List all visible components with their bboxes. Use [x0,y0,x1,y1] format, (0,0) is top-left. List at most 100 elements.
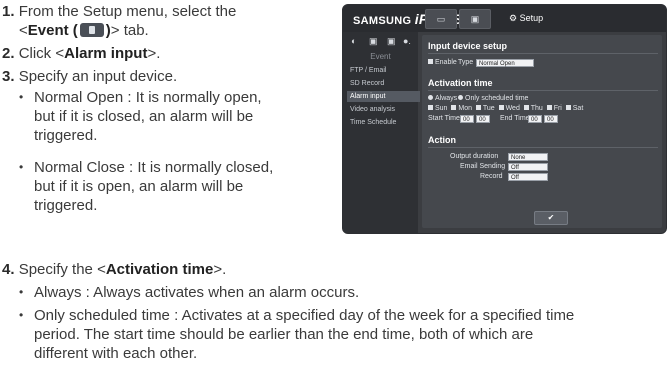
day-checkbox[interactable] [428,105,433,110]
setup-screenshot: SAMSUNG iPOLiS ▭ ▣ ⚙ Setup ◐ ▣ ▣ ●. Even… [342,4,667,234]
video-icon[interactable]: ▣ [369,36,378,47]
end-minute-select[interactable]: 00 [544,115,558,123]
bullet-dot: • [19,308,24,322]
tab-suffix: > tab. [110,22,149,39]
screenshot-sidebar: ◐ ▣ ▣ ●. Event FTP / Email SD Record Ala… [343,32,420,233]
step-number: 2. [2,45,15,62]
day-checkbox[interactable] [523,105,529,110]
output-duration-select[interactable]: None [508,153,548,161]
bullet-line: Normal Close : It is normally closed, [34,159,274,176]
gear-icon: ⚙ [509,13,518,23]
start-hour-select[interactable]: 00 [460,115,474,123]
bullet-line: but if it is open, an alarm will be [34,178,244,195]
basic-icon[interactable]: ◐ [351,36,356,46]
divider [428,53,658,54]
start-time-label: Start Time [428,115,460,122]
bullet-line: period. The start time should be earlier… [34,326,534,343]
section-input-device: Input device setup [428,41,508,51]
section-activation-time: Activation time [428,78,493,88]
bullet-line: Always : Always activates when an alarm … [34,284,360,301]
day-checkbox[interactable] [565,105,571,110]
record-select[interactable]: Off [508,173,548,181]
bullet-dot: • [19,285,24,299]
event-tab-label: Event ( [27,22,78,39]
alarm-input-label: Alarm input [64,45,148,62]
setup-text: Setup [519,13,544,23]
end-time-label: End Time [500,115,530,122]
monitor-tab[interactable]: ▭ [425,9,457,29]
manual-page: 1. From the Setup menu, select the <Even… [0,0,669,376]
bracket-open: < [19,22,28,39]
day-checkbox[interactable] [546,105,552,110]
day-label: Thu [530,105,543,112]
system-icon[interactable]: ●. [403,36,411,46]
radio-icon [428,95,433,100]
output-duration-label: Output duration [450,153,499,160]
enable-label: Enable [435,59,457,66]
divider [428,147,658,148]
day-label: Sun [435,105,448,112]
day-checkbox[interactable] [451,105,457,110]
setup-gear-tab[interactable] [493,9,501,27]
bullet-dot: • [19,160,24,174]
email-sending-select[interactable]: Off [508,163,548,171]
sidebar-item-video-analysis[interactable]: Video analysis [347,104,420,115]
sidebar-item-sd-record[interactable]: SD Record [347,78,420,89]
step-text: From the Setup menu, select the [18,3,237,20]
day-label: Sat [572,105,584,112]
playback-icon: ▣ [470,14,480,24]
day-label: Tue [482,105,495,112]
step-text-suffix: >. [147,45,161,62]
step-text: Specify the < [18,261,106,278]
bullet-dot: • [19,90,24,104]
day-label: Mon [458,105,472,112]
step-2: 2. Click <Alarm input>. [2,44,160,63]
type-select[interactable]: Normal Open [476,59,534,67]
step-number: 1. [2,3,15,20]
enable-checkbox[interactable]: Enable [428,59,457,66]
email-sending-label: Email Sending [460,163,506,170]
monitor-icon: ▭ [436,14,446,24]
step-text: Click < [18,45,65,62]
radio-icon [458,95,463,100]
day-checkbox[interactable] [498,105,504,110]
day-checkbox[interactable] [475,105,481,110]
step-4: 4. Specify the <Activation time>. [2,260,226,279]
type-label: Type [458,59,474,66]
step-1-line2: <Event ()> tab. [19,21,149,40]
end-hour-select[interactable]: 00 [528,115,542,123]
start-minute-select[interactable]: 00 [476,115,490,123]
apply-button[interactable]: ✔ [534,211,568,225]
day-label: Wed [505,105,520,112]
step-1: 1. From the Setup menu, select the [2,2,236,21]
only-scheduled-radio[interactable]: Only scheduled time [458,95,528,102]
step-3: 3. Specify an input device. [2,67,177,86]
bullet-only-scheduled: • Only scheduled time : Activates at a s… [19,306,667,363]
step-number: 4. [2,261,15,278]
sidebar-title: Event [370,52,391,61]
day-checkboxes: Sun Mon Tue Wed Thu Fri Sat [428,105,583,112]
setup-label: ⚙ Setup [509,13,543,24]
step-text-suffix: >. [213,261,227,278]
sidebar-item-alarm-input[interactable]: Alarm input [347,91,420,102]
always-radio[interactable]: Always [428,95,457,102]
section-action: Action [428,135,456,145]
bullet-line: Only scheduled time : Activates at a spe… [34,307,575,324]
sidebar-item-ftp-email[interactable]: FTP / Email [347,65,420,76]
playback-tab[interactable]: ▣ [459,9,491,29]
sidebar-item-time-schedule[interactable]: Time Schedule [347,117,420,128]
only-scheduled-label: Only scheduled time [465,95,529,102]
brand-name: SAMSUNG [353,15,412,27]
bullet-line: Normal Open : It is normally open, [34,89,262,106]
screenshot-topbar: SAMSUNG iPOLiS ▭ ▣ ⚙ Setup [343,5,666,32]
alarm-input-panel: Input device setup Enable Type Normal Op… [422,35,662,228]
checkbox-icon [428,59,433,64]
divider [428,90,658,91]
step-number: 3. [2,68,15,85]
bullet-always: • Always : Always activates when an alar… [19,283,659,302]
event-category-icon[interactable]: ▣ [387,36,396,47]
step-text: Specify an input device. [18,68,178,85]
record-label: Record [480,173,503,180]
activation-time-label: Activation time [105,261,214,278]
event-icon [79,23,104,37]
